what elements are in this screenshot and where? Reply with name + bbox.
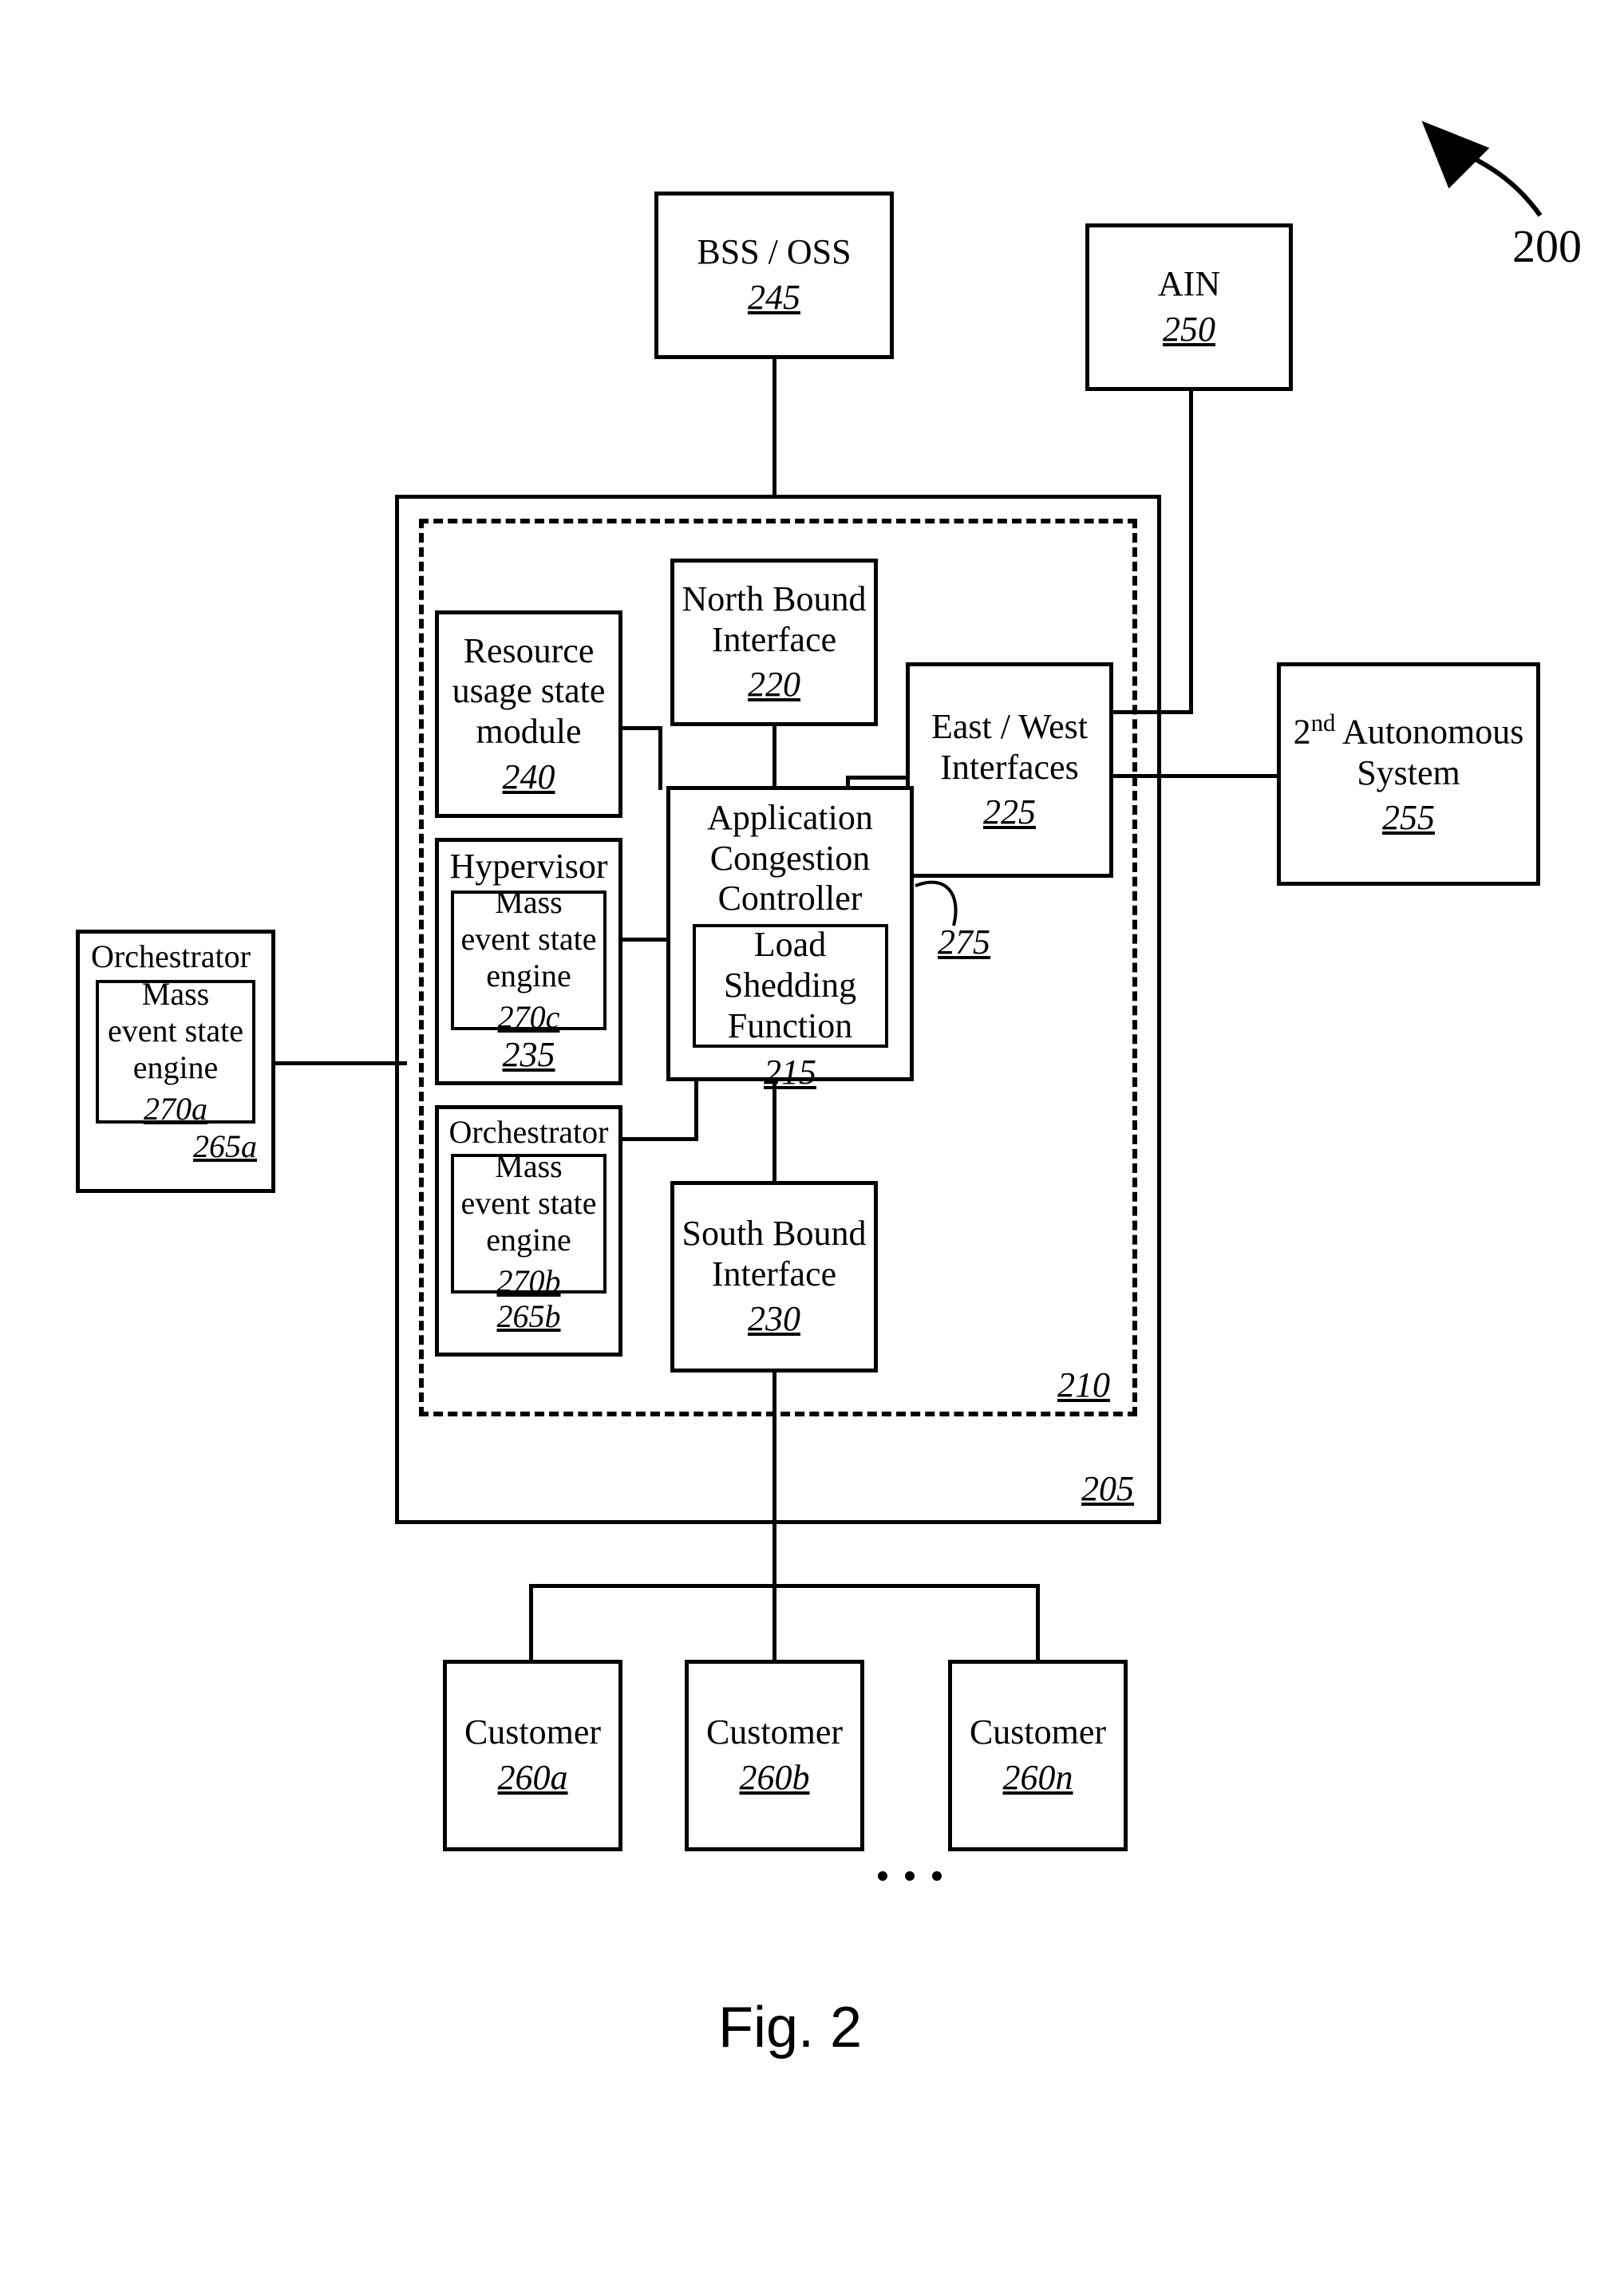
ref: 240 bbox=[503, 757, 555, 798]
label: 2nd Autonomous System bbox=[1287, 709, 1530, 793]
block-customer-n: Customer 260n bbox=[948, 1660, 1128, 1851]
label: Customer bbox=[970, 1712, 1106, 1753]
block-east-west: East / West Interfaces 225 bbox=[906, 662, 1113, 878]
ref: 265a bbox=[193, 1128, 265, 1165]
connector bbox=[529, 1584, 1040, 1588]
block-second-as: 2nd Autonomous System 255 bbox=[1277, 662, 1540, 886]
label: Resource usage state module bbox=[445, 631, 612, 752]
connector bbox=[1036, 1584, 1040, 1660]
ref: 270c bbox=[498, 999, 560, 1036]
label: South Bound Interface bbox=[681, 1214, 867, 1294]
figure-label: Fig. 2 bbox=[718, 1995, 862, 2060]
ref: 270b bbox=[497, 1263, 561, 1300]
connector bbox=[772, 357, 776, 495]
block-ain: AIN 250 bbox=[1085, 223, 1293, 391]
ref: 230 bbox=[748, 1299, 800, 1340]
ref: 260b bbox=[740, 1758, 810, 1799]
label: Mass event state engine bbox=[460, 884, 597, 994]
ref-205: 205 bbox=[1081, 1468, 1134, 1509]
label: Customer bbox=[464, 1712, 601, 1753]
ellipsis-icon bbox=[878, 1871, 942, 1881]
block-resource-usage: Resource usage state module 240 bbox=[435, 610, 622, 818]
label: Mass event state engine bbox=[105, 976, 246, 1086]
label: Hypervisor bbox=[450, 847, 608, 887]
label: Mass event state engine bbox=[460, 1148, 597, 1258]
block-acc: Application Congestion Controller Load S… bbox=[666, 786, 914, 1081]
ref: 250 bbox=[1163, 310, 1215, 350]
ref: 245 bbox=[748, 278, 800, 318]
block-orchestrator-b: Orchestrator Mass event state engine 270… bbox=[435, 1105, 622, 1357]
block-customer-b: Customer 260b bbox=[685, 1660, 864, 1851]
label: Orchestrator bbox=[449, 1114, 609, 1151]
ref: 255 bbox=[1382, 798, 1435, 839]
connector bbox=[271, 1061, 407, 1065]
ref: 235 bbox=[503, 1035, 555, 1076]
connector bbox=[772, 1584, 776, 1660]
block-north-bound: North Bound Interface 220 bbox=[670, 559, 878, 726]
block-mese-270b: Mass event state engine 270b bbox=[451, 1154, 607, 1294]
ref: 265b bbox=[497, 1298, 561, 1335]
label: East / West Interfaces bbox=[916, 707, 1103, 788]
ref: 260n bbox=[1003, 1758, 1073, 1799]
connector bbox=[1189, 391, 1193, 710]
ref: 220 bbox=[748, 665, 800, 705]
label: Application Congestion Controller bbox=[677, 798, 903, 919]
ref: 215 bbox=[764, 1053, 816, 1093]
ref: 260a bbox=[498, 1758, 568, 1799]
block-south-bound: South Bound Interface 230 bbox=[670, 1181, 878, 1373]
label: BSS / OSS bbox=[697, 232, 851, 273]
label: Customer bbox=[706, 1712, 843, 1753]
label: North Bound Interface bbox=[681, 579, 867, 660]
ref: 270a bbox=[144, 1091, 207, 1128]
connector bbox=[529, 1584, 533, 1660]
label: Load Shedding Function bbox=[702, 925, 879, 1046]
block-orchestrator-a: Orchestrator Mass event state engine 270… bbox=[76, 930, 275, 1193]
block-mese-270a: Mass event state engine 270a bbox=[96, 980, 255, 1124]
ref: 225 bbox=[983, 792, 1036, 833]
figure-ref-200: 200 bbox=[1512, 219, 1582, 273]
ref-275: 275 bbox=[938, 922, 990, 962]
label: Orchestrator bbox=[86, 938, 251, 975]
diagram-stage: 210 205 BSS / OSS 245 AIN 250 2nd Autono… bbox=[0, 0, 1624, 2275]
block-customer-a: Customer 260a bbox=[443, 1660, 622, 1851]
block-hypervisor: Hypervisor Mass event state engine 270c … bbox=[435, 838, 622, 1085]
block-mese-270c: Mass event state engine 270c bbox=[451, 891, 607, 1030]
block-load-shedding: Load Shedding Function bbox=[693, 924, 888, 1048]
block-bss-oss: BSS / OSS 245 bbox=[654, 192, 894, 359]
ref-210: 210 bbox=[1057, 1365, 1110, 1405]
label: AIN bbox=[1158, 264, 1220, 305]
